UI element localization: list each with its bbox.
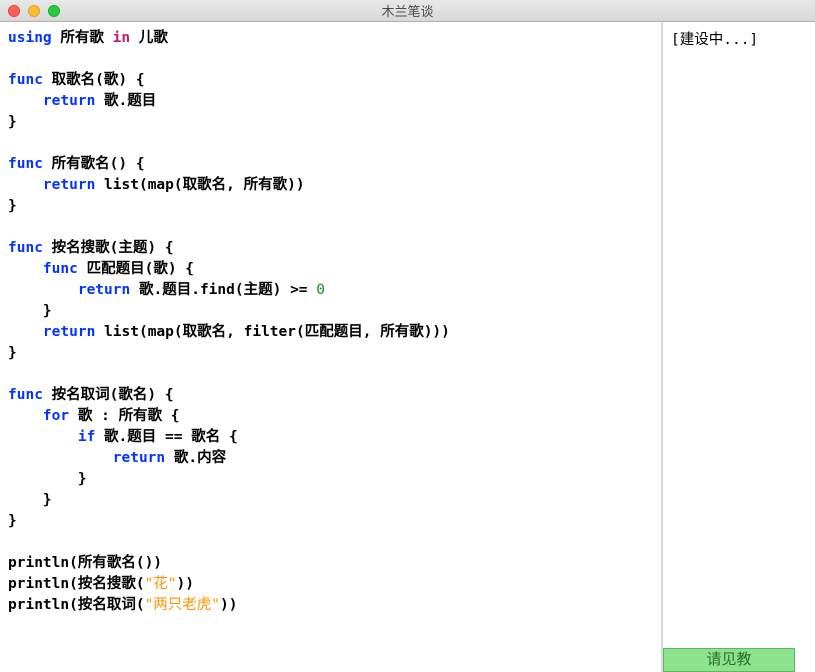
code-line: ​ <box>8 217 653 238</box>
code-line: func 取歌名(歌) { <box>8 70 653 91</box>
code-line: func 所有歌名() { <box>8 154 653 175</box>
traffic-lights <box>0 5 60 17</box>
code-line: } <box>8 343 653 364</box>
main-area: using 所有歌 in 儿歌​func 取歌名(歌) { return 歌.题… <box>0 22 815 672</box>
code-line: return 歌.题目.find(主题) >= 0 <box>8 280 653 301</box>
code-line: ​ <box>8 532 653 553</box>
code-line: } <box>8 301 653 322</box>
window-title: 木兰笔谈 <box>0 1 815 20</box>
code-line: using 所有歌 in 儿歌 <box>8 28 653 49</box>
code-line: if 歌.题目 == 歌名 { <box>8 427 653 448</box>
code-line: func 按名搜歌(主题) { <box>8 238 653 259</box>
code-line: for 歌 : 所有歌 { <box>8 406 653 427</box>
code-line: println(所有歌名()) <box>8 553 653 574</box>
code-line: } <box>8 196 653 217</box>
code-line: ​ <box>8 364 653 385</box>
code-line: println(按名搜歌("花")) <box>8 574 653 595</box>
minimize-icon[interactable] <box>28 5 40 17</box>
close-icon[interactable] <box>8 5 20 17</box>
output-sidebar: [建设中...] 请见教 <box>662 22 815 672</box>
code-line: } <box>8 490 653 511</box>
code-line: func 按名取词(歌名) { <box>8 385 653 406</box>
submit-button[interactable]: 请见教 <box>663 648 795 672</box>
code-line: return 歌.题目 <box>8 91 653 112</box>
code-line: } <box>8 112 653 133</box>
code-line: return list(map(取歌名, 所有歌)) <box>8 175 653 196</box>
window-titlebar: 木兰笔谈 <box>0 0 815 22</box>
code-line: func 匹配题目(歌) { <box>8 259 653 280</box>
code-line: ​ <box>8 133 653 154</box>
code-editor[interactable]: using 所有歌 in 儿歌​func 取歌名(歌) { return 歌.题… <box>0 22 662 672</box>
code-line: ​ <box>8 49 653 70</box>
code-line: return 歌.内容 <box>8 448 653 469</box>
code-line: return list(map(取歌名, filter(匹配题目, 所有歌))) <box>8 322 653 343</box>
maximize-icon[interactable] <box>48 5 60 17</box>
code-line: } <box>8 469 653 490</box>
sidebar-content: [建设中...] <box>663 22 815 55</box>
code-line: println(按名取词("两只老虎")) <box>8 595 653 616</box>
code-line: } <box>8 511 653 532</box>
